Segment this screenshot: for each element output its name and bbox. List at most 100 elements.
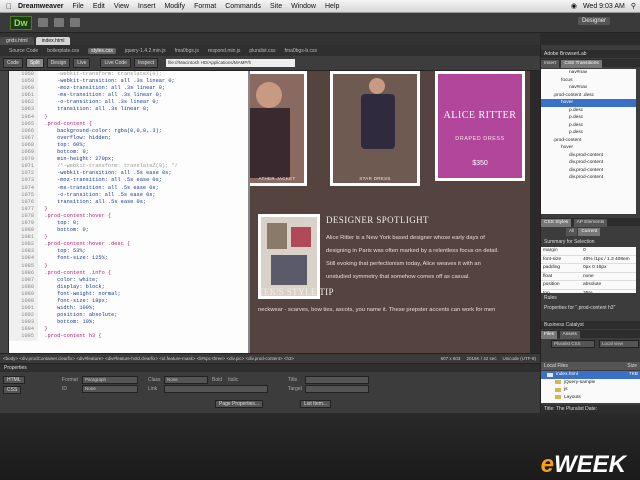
code-line[interactable]: 1083 top: 53%; [9, 248, 248, 256]
css-mode-button[interactable]: CSS [3, 386, 22, 394]
related-file[interactable]: boilerplate.css [47, 48, 79, 54]
code-line[interactable]: 1085 } [9, 262, 248, 270]
code-view[interactable]: 1058 -webkit-transform: translateX(0); 10… [9, 71, 250, 353]
split-view-button[interactable]: Split [25, 58, 44, 68]
code-line[interactable]: 1079 top: 0; [9, 219, 248, 228]
menu-insert[interactable]: Insert [138, 3, 156, 10]
class-select[interactable]: None [164, 376, 208, 384]
menu-window[interactable]: Window [291, 3, 316, 10]
css-property-row[interactable]: position absolute [541, 281, 636, 290]
featured-product-card[interactable]: ALICE RITTER DRAPED DRESS $350 [435, 71, 525, 181]
code-line[interactable]: 1073 -moz-transition: all .5s ease 0s; [9, 177, 248, 185]
code-line[interactable]: 1067 overflow: hidden; [9, 134, 248, 142]
transition-tree-item[interactable]: hover [541, 144, 636, 152]
related-file[interactable]: fma0bgs-b.css [285, 48, 318, 54]
css-property-row[interactable]: float none [541, 273, 636, 281]
address-field[interactable]: file:///Macintosh HD/Applications/MAMP/h [166, 59, 296, 67]
code-line[interactable]: 1068 top: 60%; [9, 141, 248, 150]
property-value[interactable]: 0 [583, 247, 586, 255]
code-text[interactable]: } [38, 234, 47, 240]
code-line[interactable]: 1084 font-size: 125%; [9, 255, 248, 263]
code-text[interactable]: font-size: 125%; [38, 255, 108, 261]
code-line[interactable]: 1095 .prod-content h3 { [9, 333, 248, 341]
rules-heading[interactable]: Rules [541, 294, 640, 302]
transition-tree-item[interactable]: .prod-content [541, 137, 636, 145]
menu-help[interactable]: Help [325, 3, 339, 10]
menu-view[interactable]: View [114, 3, 129, 10]
tab-index[interactable]: index.html [35, 37, 71, 45]
code-line[interactable]: 1077 } [9, 205, 248, 213]
code-line[interactable]: 1078 .prod-content:hover { [9, 212, 248, 220]
code-line[interactable]: 1086 .prod-content .info { [9, 269, 248, 277]
code-line[interactable]: 1092 position: absolute; [9, 312, 248, 320]
code-text[interactable]: } [38, 206, 47, 212]
id-select[interactable]: None [82, 385, 138, 393]
code-text[interactable]: bottom: 10%; [38, 319, 95, 325]
transition-tree-item[interactable]: div.prod-content [541, 152, 636, 160]
code-line[interactable]: 1063 transition: all .3s linear 0; [9, 106, 248, 114]
code-text[interactable]: width: 100%; [38, 305, 95, 311]
live-view-button[interactable]: Live [73, 58, 91, 68]
transition-tree-item[interactable]: div.prod-content [541, 174, 636, 182]
tab-assets[interactable]: Assets [559, 331, 580, 339]
transition-tree-item[interactable]: nav#nav [541, 69, 636, 77]
summary-properties[interactable]: margin 0 font-size 40% /1px / 1.3 408em padd… [541, 247, 636, 293]
site-icon[interactable] [69, 18, 80, 27]
code-text[interactable]: overflow: hidden; [38, 135, 111, 141]
code-line[interactable]: 1071 /*-webkit-transform: translateZ(0);… [9, 163, 248, 171]
size-column[interactable]: Size [627, 362, 637, 370]
transition-tree-item[interactable]: p.desc [541, 122, 636, 130]
code-line[interactable]: 1072 -webkit-transition: all .5s ease 0s… [9, 170, 248, 178]
code-view-button[interactable]: Code [3, 58, 23, 68]
code-line[interactable]: 1065 .prod-content { [9, 120, 248, 128]
code-line[interactable]: 1074 -ms-transition: all .5s ease 0s; [9, 184, 248, 192]
code-text[interactable]: .prod-content:hover { [38, 213, 111, 219]
menu-site[interactable]: Site [270, 3, 282, 10]
code-line[interactable]: 1090 font-size: 18px; [9, 298, 248, 306]
italic-label[interactable]: Italic [228, 377, 238, 383]
menu-format[interactable]: Format [194, 3, 216, 10]
file-row[interactable]: Layouts [541, 394, 640, 402]
property-value[interactable]: 0px 0 15px [583, 264, 606, 272]
code-text[interactable]: bottom: 0; [38, 149, 89, 155]
related-source-code[interactable]: Source Code [9, 48, 38, 54]
apple-icon[interactable]:  [0, 2, 18, 11]
property-value[interactable]: none [583, 273, 594, 281]
menu-app-name[interactable]: Dreamweaver [18, 3, 64, 10]
file-row[interactable]: js [541, 386, 640, 394]
css-property-row[interactable]: font-size 40% /1px / 1.3 408em [541, 256, 636, 264]
code-text[interactable]: -o-transition: all .5s ease 0s; [38, 192, 156, 198]
bold-label[interactable]: Bold [212, 377, 222, 383]
transition-tree-item[interactable]: div.prod-content [541, 167, 636, 175]
code-line[interactable]: 1089 font-weight: normal; [9, 290, 248, 298]
code-text[interactable]: background-color: rgba(0,0,0,.3); [38, 128, 162, 134]
page-properties-button[interactable]: Page Properties... [215, 400, 264, 408]
code-line[interactable]: 1080 bottom: 0; [9, 227, 248, 235]
transition-tree-item[interactable]: div.prod-content [541, 159, 636, 167]
title-field[interactable] [305, 376, 369, 384]
design-scrollbar[interactable] [530, 71, 540, 353]
local-files-column[interactable]: Local Files [544, 362, 568, 370]
code-text[interactable]: -webkit-transition: all .5s ease 0s; [38, 170, 171, 176]
code-text[interactable]: .prod-content { [38, 121, 92, 127]
code-line[interactable]: 1081 } [9, 234, 248, 242]
code-line[interactable]: 1093 bottom: 10%; [9, 319, 248, 327]
menu-modify[interactable]: Modify [164, 3, 185, 10]
css-property-row[interactable]: padding 0px 0 15px [541, 264, 636, 273]
tab-insert[interactable]: Insert [541, 60, 559, 68]
code-line[interactable]: 1059 -webkit-transition: all .3s linear … [9, 78, 248, 86]
code-line[interactable]: 1066 background-color: rgba(0,0,0,.3); [9, 127, 248, 135]
code-line[interactable]: 1061 -ms-transition: all .3s linear 0; [9, 92, 248, 100]
code-line[interactable]: 1087 color: white; [9, 276, 248, 284]
view-select[interactable]: Local view [599, 340, 639, 348]
code-text[interactable]: .prod-content .info { [38, 270, 111, 276]
menubar-clock[interactable]: Wed 9:03 AM [583, 3, 625, 10]
code-text[interactable]: } [38, 326, 47, 332]
target-field[interactable] [305, 385, 369, 393]
tab-css-transitions[interactable]: CSS Transitions [561, 60, 602, 68]
code-text[interactable]: -ms-transition: all .3s linear 0; [38, 92, 162, 98]
code-line[interactable]: 1091 width: 100%; [9, 305, 248, 313]
code-line[interactable]: 1062 -o-transition: all .3s linear 0; [9, 99, 248, 107]
extend-icon[interactable] [53, 18, 64, 27]
related-file[interactable]: respond.min.js [208, 48, 241, 54]
